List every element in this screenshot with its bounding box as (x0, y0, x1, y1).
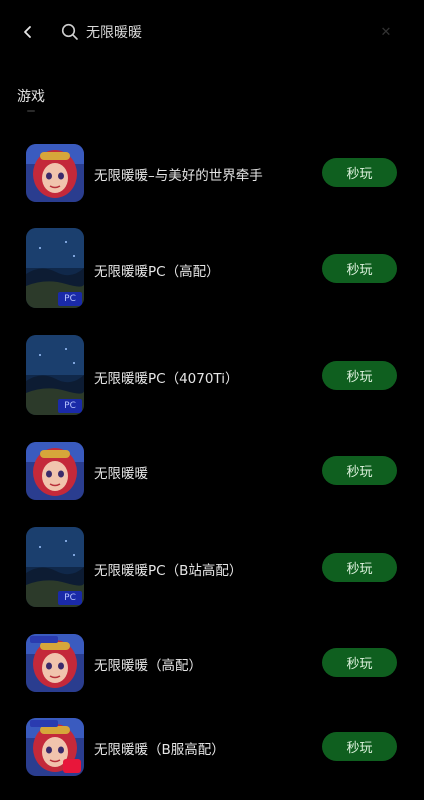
game-name: 无限暖暖（B服高配） (94, 742, 225, 758)
tv-badge-icon (63, 759, 81, 773)
play-button[interactable]: 秒玩 (322, 553, 397, 582)
label-badge (30, 636, 58, 643)
chevron-left-icon (24, 26, 31, 38)
list-item[interactable]: 无限暖暖 秒玩 (0, 432, 424, 512)
back-button[interactable] (14, 18, 42, 46)
game-icon-character[interactable] (26, 144, 84, 202)
list-item[interactable]: 无限暖暖（高配） 秒玩 (0, 624, 424, 704)
list-item[interactable]: 无限暖暖–与美好的世界牵手 秒玩 (0, 134, 424, 214)
clear-search-button[interactable]: ✕ (376, 22, 396, 42)
game-name: 无限暖暖（高配） (94, 658, 202, 674)
search-input[interactable] (86, 20, 356, 44)
game-icon-character[interactable] (26, 634, 84, 692)
play-button[interactable]: 秒玩 (322, 456, 397, 485)
list-item[interactable]: PC 无限暖暖PC（4070Ti） 秒玩 (0, 335, 424, 415)
game-name: 无限暖暖–与美好的世界牵手 (94, 168, 263, 184)
pc-badge: PC (58, 591, 82, 605)
search-icon (61, 23, 78, 40)
label-badge (30, 720, 58, 727)
list-item[interactable]: PC 无限暖暖PC（B站高配） 秒玩 (0, 527, 424, 607)
play-button[interactable]: 秒玩 (322, 648, 397, 677)
game-icon-character[interactable] (26, 442, 84, 500)
play-button[interactable]: 秒玩 (322, 361, 397, 390)
play-button[interactable]: 秒玩 (322, 158, 397, 187)
character-portrait-icon (26, 144, 84, 202)
game-icon-character[interactable] (26, 718, 84, 776)
close-icon: ✕ (380, 24, 392, 40)
section-title: 游戏 (17, 89, 45, 105)
game-icon-landscape[interactable]: PC (26, 228, 84, 308)
game-name: 无限暖暖PC（B站高配） (94, 563, 243, 579)
play-button[interactable]: 秒玩 (322, 254, 397, 283)
game-name: 无限暖暖 (94, 466, 148, 482)
play-button[interactable]: 秒玩 (322, 732, 397, 761)
game-icon-landscape[interactable]: PC (26, 527, 84, 607)
list-item[interactable]: PC 无限暖暖PC（高配） 秒玩 (0, 228, 424, 308)
game-icon-landscape[interactable]: PC (26, 335, 84, 415)
section-underline (27, 110, 35, 112)
game-name: 无限暖暖PC（4070Ti） (94, 371, 239, 387)
pc-badge: PC (58, 292, 82, 306)
pc-badge: PC (58, 399, 82, 413)
game-name: 无限暖暖PC（高配） (94, 264, 220, 280)
search-header: ✕ (0, 0, 424, 64)
character-portrait-icon (26, 442, 84, 500)
list-item[interactable]: 无限暖暖（B服高配） 秒玩 (0, 708, 424, 788)
